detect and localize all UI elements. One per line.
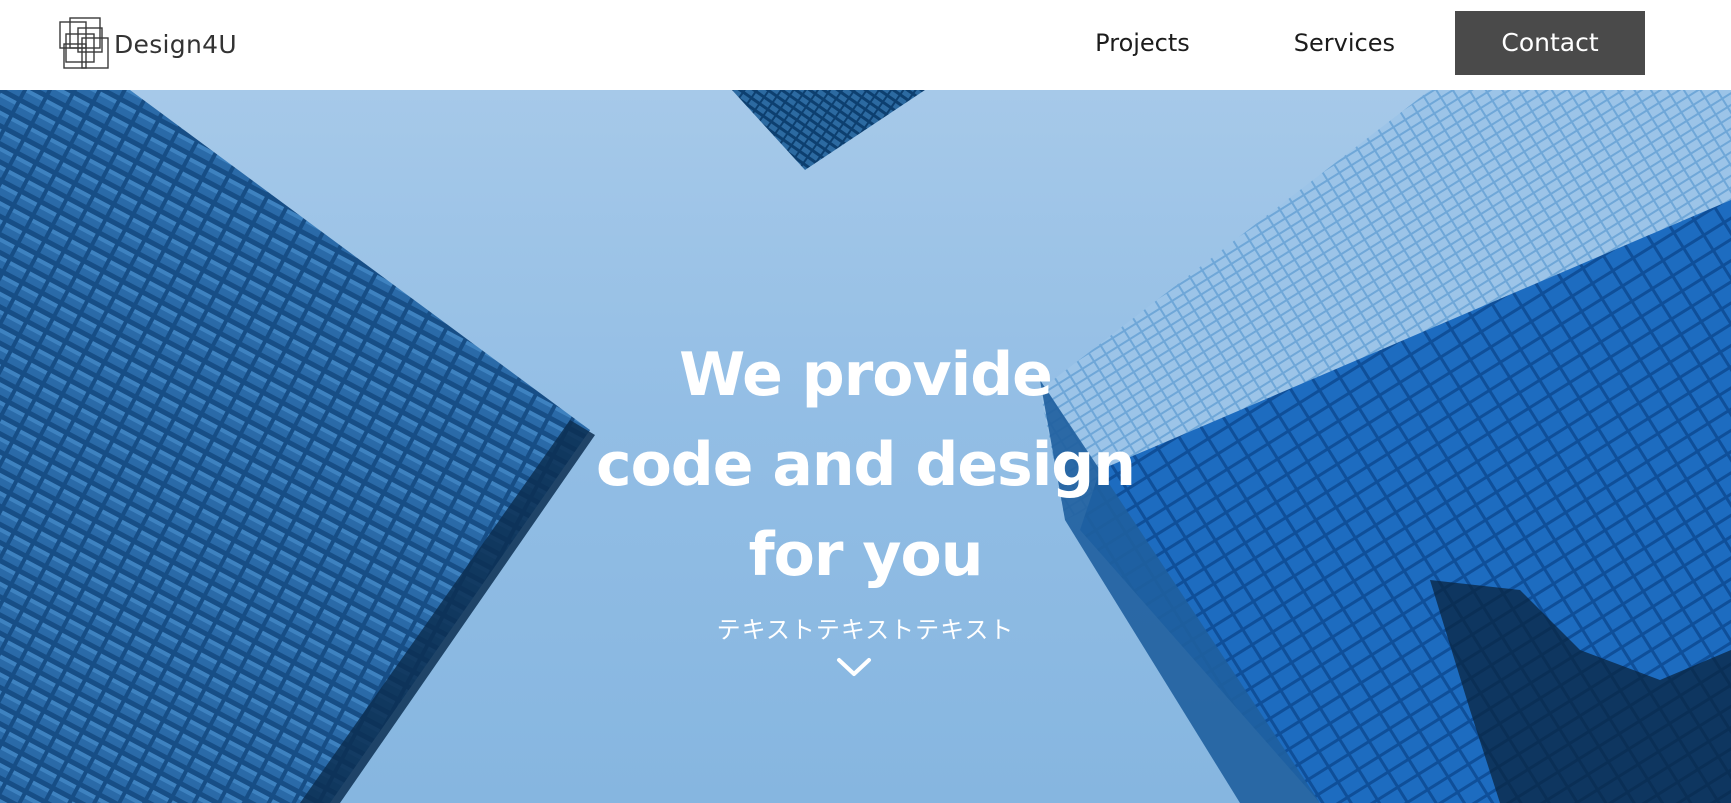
logo-squares-icon <box>59 17 109 69</box>
site-header: Design4U Projects Services Contact <box>0 0 1731 90</box>
hero-content: We provide code and design for you テキストテ… <box>0 90 1731 803</box>
page: Design4U Projects Services Contact We pr… <box>0 0 1731 803</box>
main-nav: Projects Services Contact <box>1095 11 1645 75</box>
hero-title: We provide code and design for you <box>0 330 1731 600</box>
hero-subtitle: テキストテキストテキスト <box>716 616 1015 644</box>
hero-section: We provide code and design for you テキストテ… <box>0 90 1731 803</box>
hero-title-line-2: code and design <box>596 430 1136 500</box>
nav-services-link[interactable]: Services <box>1294 29 1395 57</box>
logo-text: Design4U <box>114 29 237 59</box>
chevron-down-icon[interactable] <box>836 656 872 678</box>
logo-link[interactable]: Design4U <box>58 16 237 72</box>
hero-title-line-3: for you <box>748 520 984 590</box>
contact-button[interactable]: Contact <box>1455 11 1645 75</box>
nav-projects-link[interactable]: Projects <box>1095 29 1190 57</box>
hero-title-line-1: We provide <box>679 340 1053 410</box>
